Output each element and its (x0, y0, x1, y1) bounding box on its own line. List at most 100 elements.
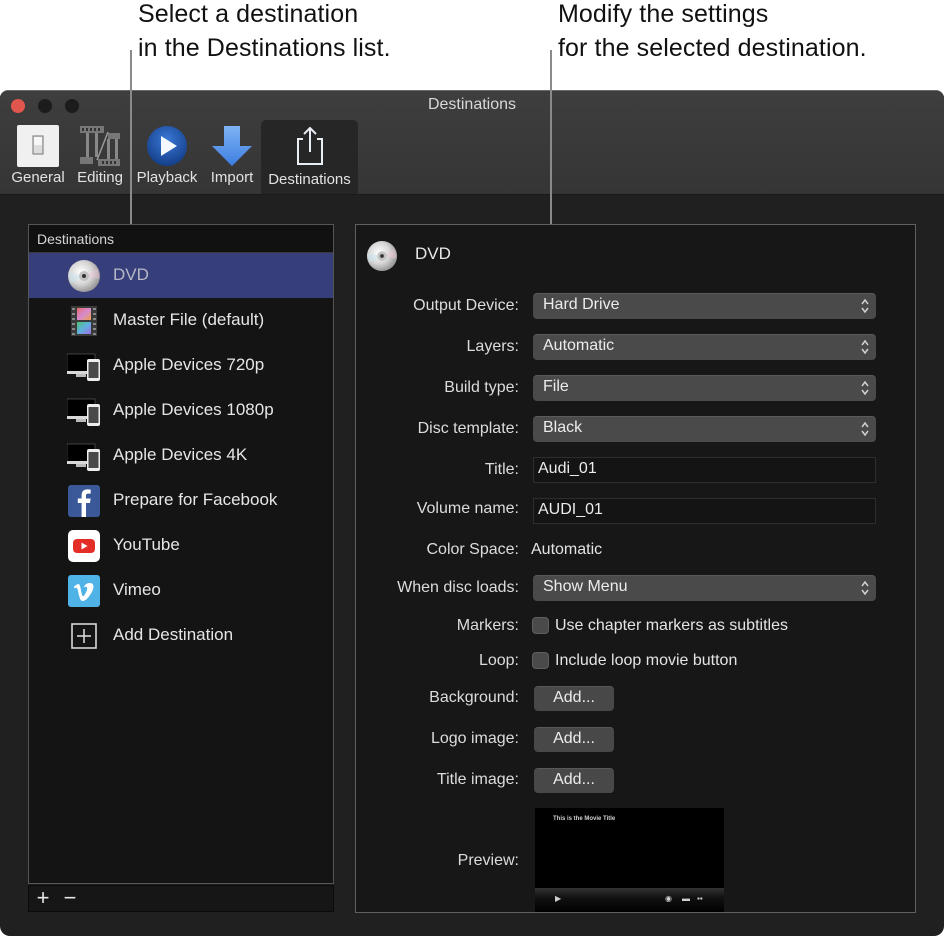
volume-name-field[interactable]: AUDI_01 (533, 498, 876, 524)
vimeo-icon (68, 575, 100, 607)
title-field[interactable]: Audi_01 (533, 457, 876, 483)
list-item-label: Add Destination (113, 625, 234, 644)
title-image-add-button[interactable]: Add... (534, 768, 614, 793)
tab-general[interactable]: General (6, 120, 70, 192)
build-type-popup[interactable]: File (533, 375, 876, 401)
tab-label: Playback (136, 169, 198, 186)
tab-label: Editing (77, 169, 123, 186)
chevron-updown-icon (861, 339, 869, 355)
popup-value: Automatic (543, 337, 615, 354)
list-item-add-destination[interactable]: Add Destination (29, 613, 333, 658)
color-space-label: Color Space: (426, 541, 520, 558)
film-strip-icon (71, 306, 97, 336)
list-item-apple-devices-4k[interactable]: Apple Devices 4K (29, 433, 333, 478)
apple-devices-icon (67, 353, 100, 381)
title-image-label: Title image: (436, 771, 519, 788)
volume-name-label: Volume name: (416, 500, 519, 517)
tab-editing[interactable]: Editing (72, 120, 128, 192)
build-type-label: Build type: (444, 379, 519, 396)
output-device-popup[interactable]: Hard Drive (533, 293, 876, 319)
annotation-modify-settings: Modify the settings for the selected des… (558, 0, 867, 65)
list-item-label: DVD (113, 265, 149, 284)
disc-template-popup[interactable]: Black (533, 416, 876, 442)
list-item-master-file[interactable]: Master File (default) (29, 298, 333, 343)
destination-settings-panel: DVD Output Device: Hard Drive Layers: Au… (355, 224, 916, 913)
loop-label: Loop: (478, 652, 519, 669)
share-icon (296, 126, 323, 165)
settings-title: DVD (415, 244, 451, 263)
chapters-icon: ▪▪ (697, 894, 703, 903)
list-item-label: Master File (default) (113, 310, 265, 329)
list-item-facebook[interactable]: Prepare for Facebook (29, 478, 333, 523)
tab-destinations[interactable]: Destinations (261, 120, 358, 194)
list-footer: + − (28, 885, 334, 912)
markers-checkbox-label[interactable]: Use chapter markers as subtitles (555, 617, 788, 635)
play-circle-icon (147, 126, 187, 166)
chevron-updown-icon (861, 380, 869, 396)
background-add-button[interactable]: Add... (534, 686, 614, 711)
add-square-icon (71, 623, 97, 649)
tab-import[interactable]: Import (205, 120, 259, 192)
annotation-leader-line (550, 50, 552, 224)
popup-value: Show Menu (543, 578, 628, 595)
color-space-value: Automatic (531, 541, 603, 558)
output-device-label: Output Device: (413, 297, 519, 314)
menu-preview: This is the Movie Title ▶ ◉ ▬ ▪▪ (535, 808, 724, 912)
tab-label: General (11, 169, 65, 186)
tab-label: Destinations (268, 171, 351, 188)
layers-label: Layers: (466, 338, 519, 355)
list-item-label: Vimeo (113, 580, 161, 599)
list-item-dvd[interactable]: DVD (29, 253, 333, 298)
loop-checkbox-label[interactable]: Include loop movie button (555, 652, 737, 670)
youtube-icon (68, 530, 100, 562)
facebook-icon (68, 485, 100, 517)
list-item-apple-devices-1080p[interactable]: Apple Devices 1080p (29, 388, 333, 433)
list-item-label: Apple Devices 4K (113, 445, 248, 464)
subtitles-icon: ▬ (682, 894, 690, 903)
list-item-label: YouTube (113, 535, 180, 554)
loop-checkbox[interactable] (532, 652, 549, 669)
preview-movie-title: This is the Movie Title (553, 816, 616, 822)
destinations-list: Destinations DVD Master File (default) A… (28, 224, 334, 884)
toolbar: Destinations General Editing Playback Im… (0, 91, 944, 195)
annotation-line: for the selected destination. (558, 34, 867, 62)
film-edit-icon (80, 126, 120, 166)
add-destination-button[interactable]: + (32, 887, 54, 909)
annotation-leader-line (130, 50, 132, 224)
list-item-vimeo[interactable]: Vimeo (29, 568, 333, 613)
apple-devices-icon (67, 443, 100, 471)
list-item-label: Prepare for Facebook (113, 490, 278, 509)
popup-value: Black (543, 419, 583, 436)
popup-value: Hard Drive (543, 296, 620, 313)
switch-icon (17, 125, 59, 167)
preview-label: Preview: (457, 852, 519, 869)
layers-popup[interactable]: Automatic (533, 334, 876, 360)
window-title: Destinations (427, 96, 517, 113)
logo-image-add-button[interactable]: Add... (534, 727, 614, 752)
list-item-youtube[interactable]: YouTube (29, 523, 333, 568)
annotation-line: Select a destination (138, 0, 359, 28)
apple-devices-icon (67, 398, 100, 426)
dvd-disc-icon (68, 260, 100, 292)
disc-template-label: Disc template: (417, 420, 519, 437)
dvd-disc-icon (366, 240, 398, 272)
annotation-line: Modify the settings (558, 0, 769, 28)
list-item-apple-devices-720p[interactable]: Apple Devices 720p (29, 343, 333, 388)
chevron-updown-icon (861, 421, 869, 437)
preview-control-bar: ▶ ◉ ▬ ▪▪ (535, 888, 724, 912)
download-arrow-icon (212, 126, 252, 166)
remove-destination-button[interactable]: − (59, 887, 81, 909)
loop-icon: ◉ (665, 894, 672, 903)
markers-label: Markers: (456, 617, 519, 634)
list-header: Destinations (29, 225, 333, 253)
tab-playback[interactable]: Playback (133, 120, 201, 192)
when-disc-loads-label: When disc loads: (397, 579, 519, 596)
markers-checkbox[interactable] (532, 617, 549, 634)
annotation-select-destination: Select a destination in the Destinations… (138, 0, 391, 65)
when-disc-loads-popup[interactable]: Show Menu (533, 575, 876, 601)
chevron-updown-icon (861, 580, 869, 596)
chevron-updown-icon (861, 298, 869, 314)
play-icon: ▶ (555, 894, 562, 903)
list-item-label: Apple Devices 720p (113, 355, 265, 374)
preferences-window: Destinations General Editing Playback Im… (0, 90, 944, 936)
